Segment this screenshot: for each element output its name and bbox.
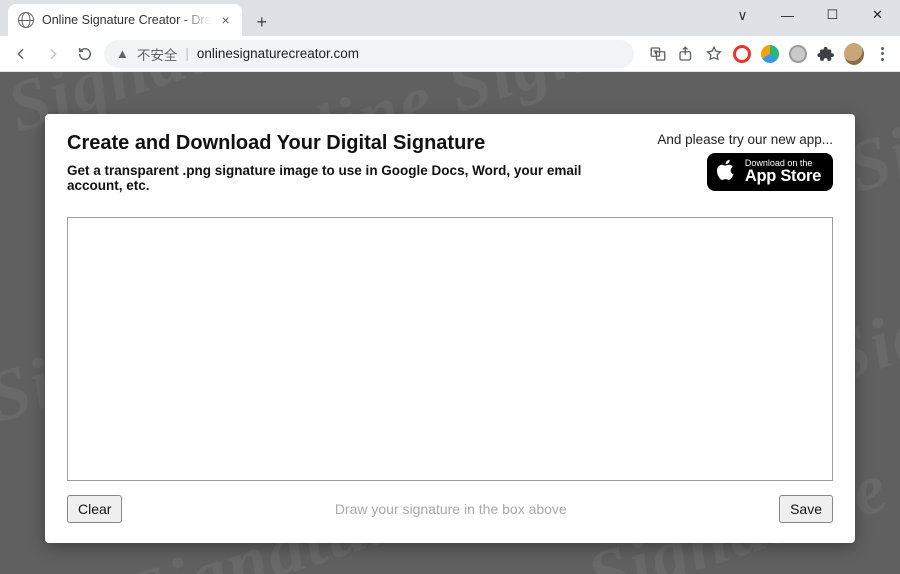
extension-green-icon[interactable] (760, 44, 780, 64)
nav-reload-button[interactable] (72, 41, 98, 67)
page-heading: Create and Download Your Digital Signatu… (67, 132, 637, 155)
profile-avatar[interactable] (844, 44, 864, 64)
extension-red-icon[interactable] (732, 44, 752, 64)
page-viewport: line Signature Creator line Signature Cr… (0, 72, 900, 574)
tab-close-icon[interactable]: × (220, 12, 232, 28)
new-tab-button[interactable]: + (248, 8, 276, 36)
window-controls: ∨ — ☐ ✕ (720, 0, 900, 30)
browser-menu-button[interactable] (872, 44, 892, 64)
apple-logo-icon (717, 158, 737, 186)
tab-title: Online Signature Creator - Dra (42, 13, 212, 27)
save-button[interactable]: Save (779, 495, 833, 523)
signature-canvas[interactable] (67, 217, 833, 481)
clear-button[interactable]: Clear (67, 495, 122, 523)
omnibox-separator: | (185, 46, 189, 61)
page-subheading: Get a transparent .png signature image t… (67, 163, 637, 193)
toolbar-actions (640, 44, 892, 64)
promo-text: And please try our new app... (657, 132, 833, 147)
signature-card: Create and Download Your Digital Signatu… (45, 114, 855, 543)
insecure-label: 不安全 (137, 44, 178, 64)
extensions-puzzle-icon[interactable] (816, 44, 836, 64)
card-header: Create and Download Your Digital Signatu… (67, 132, 833, 193)
window-close-button[interactable]: ✕ (855, 0, 900, 30)
url-text: onlinesignaturecreator.com (197, 46, 359, 61)
nav-back-button[interactable] (8, 41, 34, 67)
bookmark-star-icon[interactable] (704, 44, 724, 64)
appstore-line2: App Store (745, 168, 821, 185)
nav-forward-button[interactable] (40, 41, 66, 67)
translate-icon[interactable] (648, 44, 668, 64)
browser-tab-active[interactable]: Online Signature Creator - Dra × (8, 4, 242, 36)
card-footer: Clear Draw your signature in the box abo… (67, 495, 833, 523)
share-icon[interactable] (676, 44, 696, 64)
extension-grey-icon[interactable] (788, 44, 808, 64)
window-maximize-button[interactable]: ☐ (810, 0, 855, 30)
window-dropdown-icon[interactable]: ∨ (720, 0, 765, 30)
window-minimize-button[interactable]: — (765, 0, 810, 30)
globe-icon (18, 12, 34, 28)
app-store-badge[interactable]: Download on the App Store (707, 153, 833, 191)
canvas-hint: Draw your signature in the box above (122, 501, 779, 517)
address-bar[interactable]: ▲ 不安全 | onlinesignaturecreator.com (104, 40, 634, 68)
browser-toolbar: ▲ 不安全 | onlinesignaturecreator.com (0, 36, 900, 72)
insecure-warning-icon: ▲ (116, 46, 129, 61)
